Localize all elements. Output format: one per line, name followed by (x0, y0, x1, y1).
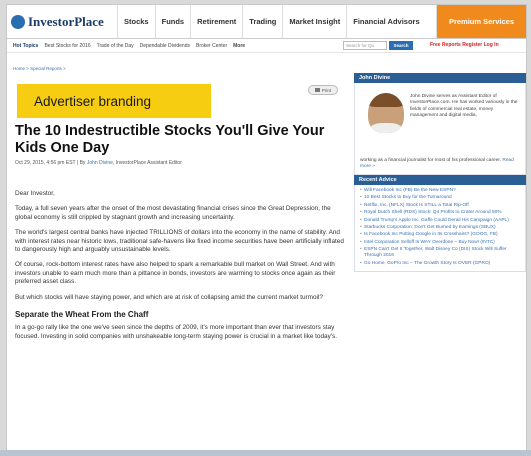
nav-retirement[interactable]: Retirement (190, 5, 242, 38)
top-navigation: InvestorPlace Stocks Funds Retirement Tr… (7, 5, 526, 39)
advice-link[interactable]: ESPN Can't Get It Together, Walt Disney … (360, 247, 520, 259)
author-title: InvestorPlace Assistant Editor (115, 160, 182, 166)
byline-by: By (79, 160, 86, 166)
article-date: Oct 29, 2015, 4:56 pm EST (15, 160, 76, 166)
article-paragraph: Of course, rock-bottom interest rates ha… (15, 261, 336, 286)
author-avatar-hair (368, 93, 404, 107)
advertiser-branding-banner: Advertiser branding (17, 84, 211, 118)
nav-premium-services[interactable]: Premium Services (435, 5, 526, 38)
print-label: Print (321, 87, 332, 93)
author-link[interactable]: John Divine (87, 160, 113, 166)
taskbar (0, 450, 531, 456)
sidebar: John Divine John Divine serves as Assist… (354, 73, 526, 273)
search-input[interactable]: Search for Qu (343, 41, 387, 50)
nav-trading[interactable]: Trading (242, 5, 282, 38)
article-paragraph: Today, a full seven years after the onse… (15, 205, 331, 221)
advice-link[interactable]: Royal Dutch Shell (RDS) Stock: Q4 Profit… (360, 210, 520, 216)
advice-link[interactable]: 10 Best Stocks to Buy for the Turnaround (360, 195, 520, 201)
search-button[interactable]: Search (389, 41, 413, 50)
article-paragraph: But which stocks will have staying power… (15, 293, 323, 301)
author-box-heading: John Divine (354, 73, 526, 83)
advice-link[interactable]: Will Facebook Inc (FB) Be the New ESPN? (360, 188, 520, 194)
logo-text: InvestorPlace (28, 13, 104, 29)
article-headline: The 10 Indestructible Stocks You'll Give… (15, 123, 325, 156)
advice-link[interactable]: Starbucks Corporation: Don't Get Burned … (360, 225, 520, 231)
subnav-link[interactable]: Best Stocks for 2016 (44, 43, 90, 49)
breadcrumb[interactable]: Home > Special Reports > (13, 66, 66, 71)
article-byline: Oct 29, 2015, 4:56 pm EST | By John Divi… (15, 160, 182, 166)
browser-page: InvestorPlace Stocks Funds Retirement Tr… (6, 4, 527, 454)
nav-stocks[interactable]: Stocks (117, 5, 155, 38)
author-box: John Divine serves as Assistant Editor o… (354, 83, 526, 175)
print-icon (314, 88, 320, 92)
sub-navigation: Hot Topics Best Stocks for 2016 Trade of… (7, 39, 526, 53)
advice-link[interactable]: Is Facebook Inc Putting Google in Its Cr… (360, 232, 520, 238)
register-login-links[interactable]: Free Reports Register Log In (430, 42, 499, 48)
article-paragraph: The world's largest central banks have i… (15, 229, 344, 254)
subnav-link[interactable]: Dependable Dividends (140, 43, 190, 49)
author-bio-continued: working as a financial journalist for mo… (360, 158, 520, 171)
nav-market-insight[interactable]: Market Insight (282, 5, 346, 38)
advice-link[interactable]: Go Home, GoPro Inc – The Growth Story Is… (360, 261, 520, 267)
site-logo[interactable]: InvestorPlace (7, 5, 117, 38)
subnav-link[interactable]: Broker Center (196, 43, 227, 49)
advice-link[interactable]: Donald Trump's Apple Inc. Gaffe Could De… (360, 218, 520, 224)
print-button[interactable]: Print (308, 85, 338, 95)
advertiser-branding-label: Advertiser branding (34, 93, 152, 109)
logo-icon (11, 14, 25, 29)
article-subheading: Separate the Wheat From the Chaff (15, 310, 149, 320)
nav-financial-advisors[interactable]: Financial Advisors (346, 5, 425, 38)
recent-advice-heading: Recent Advice (354, 175, 526, 185)
advice-link[interactable]: Intel Corporation Selloff Is WAY Overdon… (360, 240, 520, 246)
hot-topics-label: Hot Topics (13, 42, 39, 49)
author-bio: John Divine serves as Assistant Editor o… (410, 94, 518, 119)
author-bio-tail-text: working as a financial journalist for mo… (360, 158, 502, 163)
article-paragraph: Dear Investor, (15, 190, 55, 197)
advice-link[interactable]: Netflix, Inc. (NFLX) Stock Is STILL a To… (360, 203, 520, 209)
article-paragraph: In a go-go rally like the one we've seen… (15, 324, 337, 340)
subnav-link[interactable]: Trade of the Day (97, 43, 134, 49)
recent-advice-list: Will Facebook Inc (FB) Be the New ESPN? … (354, 185, 526, 273)
author-avatar (368, 93, 404, 133)
author-avatar-shirt (370, 123, 402, 133)
subnav-more-link[interactable]: More (233, 43, 245, 49)
nav-funds[interactable]: Funds (154, 5, 191, 38)
article-body: Dear Investor, Today, a full seven years… (15, 190, 347, 348)
